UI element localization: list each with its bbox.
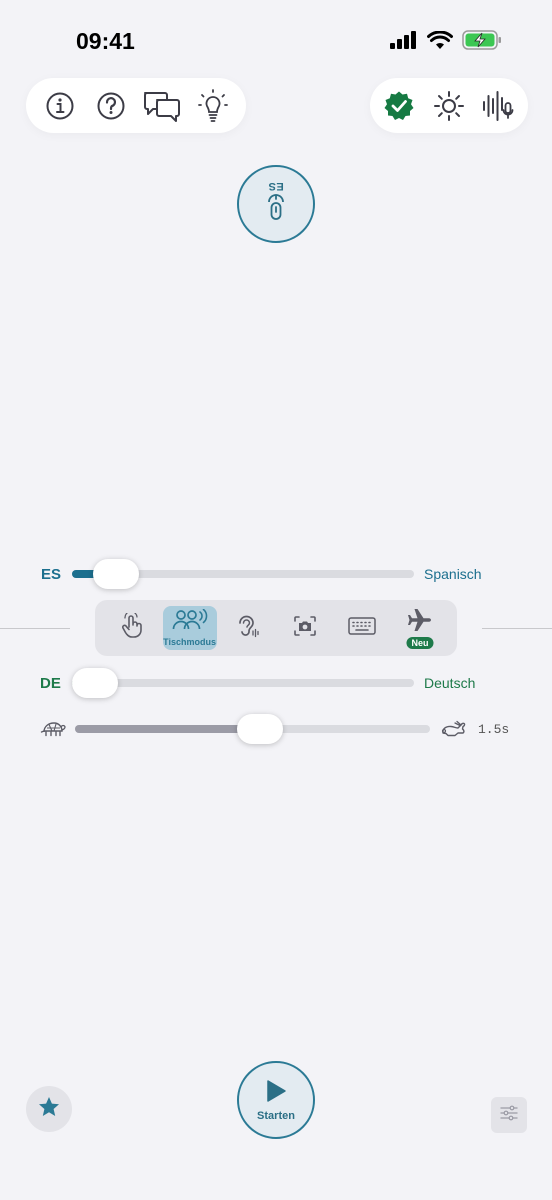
camera-icon	[293, 615, 317, 642]
chat-bubbles-icon[interactable]	[142, 86, 182, 126]
airplane-icon	[407, 608, 433, 637]
help-icon[interactable]	[91, 86, 131, 126]
brightness-icon[interactable]	[429, 86, 469, 126]
mode-keyboard[interactable]	[335, 606, 389, 650]
microphone-icon	[265, 193, 287, 229]
cellular-signal-icon	[390, 31, 418, 54]
mode-listen[interactable]	[220, 606, 274, 650]
source-language-slider[interactable]	[72, 559, 414, 589]
source-language-slider-thumb[interactable]	[93, 559, 140, 589]
target-language-slider-thumb[interactable]	[72, 668, 118, 698]
people-speaking-icon	[172, 608, 208, 636]
mic-button[interactable]: ES	[237, 165, 315, 243]
turtle-icon	[40, 720, 66, 743]
play-icon	[265, 1079, 287, 1108]
start-button-label: Starten	[257, 1109, 295, 1122]
voice-waveform-icon[interactable]	[479, 86, 519, 126]
start-button[interactable]: Starten	[237, 1061, 315, 1139]
keyboard-icon	[348, 616, 377, 640]
mode-selector: Tischmodus Neu	[95, 600, 457, 656]
target-language-slider[interactable]	[72, 668, 414, 698]
mode-table-label: Tischmodus	[163, 637, 217, 647]
speed-slider-thumb[interactable]	[236, 714, 283, 744]
wifi-icon	[427, 30, 453, 55]
mode-camera[interactable]	[278, 606, 332, 650]
status-time: 09:41	[76, 28, 135, 54]
target-language-code: DE	[40, 675, 61, 692]
status-icons	[390, 30, 502, 55]
mode-table[interactable]: Tischmodus	[162, 606, 217, 650]
source-language-name: Spanisch	[424, 566, 482, 582]
mic-language-code: ES	[268, 179, 284, 192]
star-icon	[37, 1095, 61, 1124]
info-icon[interactable]	[40, 86, 80, 126]
source-language-code: ES	[41, 566, 62, 583]
divider-left	[0, 628, 70, 629]
top-left-toolbar	[26, 78, 246, 133]
hare-icon	[440, 720, 466, 743]
settings-button[interactable]	[491, 1097, 527, 1133]
divider-right	[482, 628, 552, 629]
verified-check-icon[interactable]	[379, 86, 419, 126]
speed-value: 1.5s	[478, 722, 510, 737]
top-right-toolbar	[370, 78, 528, 133]
speed-slider[interactable]	[75, 714, 430, 744]
speed-slider-fill	[75, 725, 260, 733]
tap-hand-icon	[120, 610, 144, 644]
new-badge: Neu	[406, 637, 434, 649]
target-language-name: Deutsch	[424, 675, 476, 691]
hearing-icon	[235, 613, 259, 644]
mode-tap[interactable]	[105, 606, 159, 650]
lightbulb-icon[interactable]	[193, 86, 233, 126]
mode-offline[interactable]: Neu	[393, 606, 447, 650]
favorites-button[interactable]	[26, 1086, 72, 1132]
battery-charging-icon	[462, 30, 502, 55]
sliders-icon	[499, 1104, 519, 1127]
